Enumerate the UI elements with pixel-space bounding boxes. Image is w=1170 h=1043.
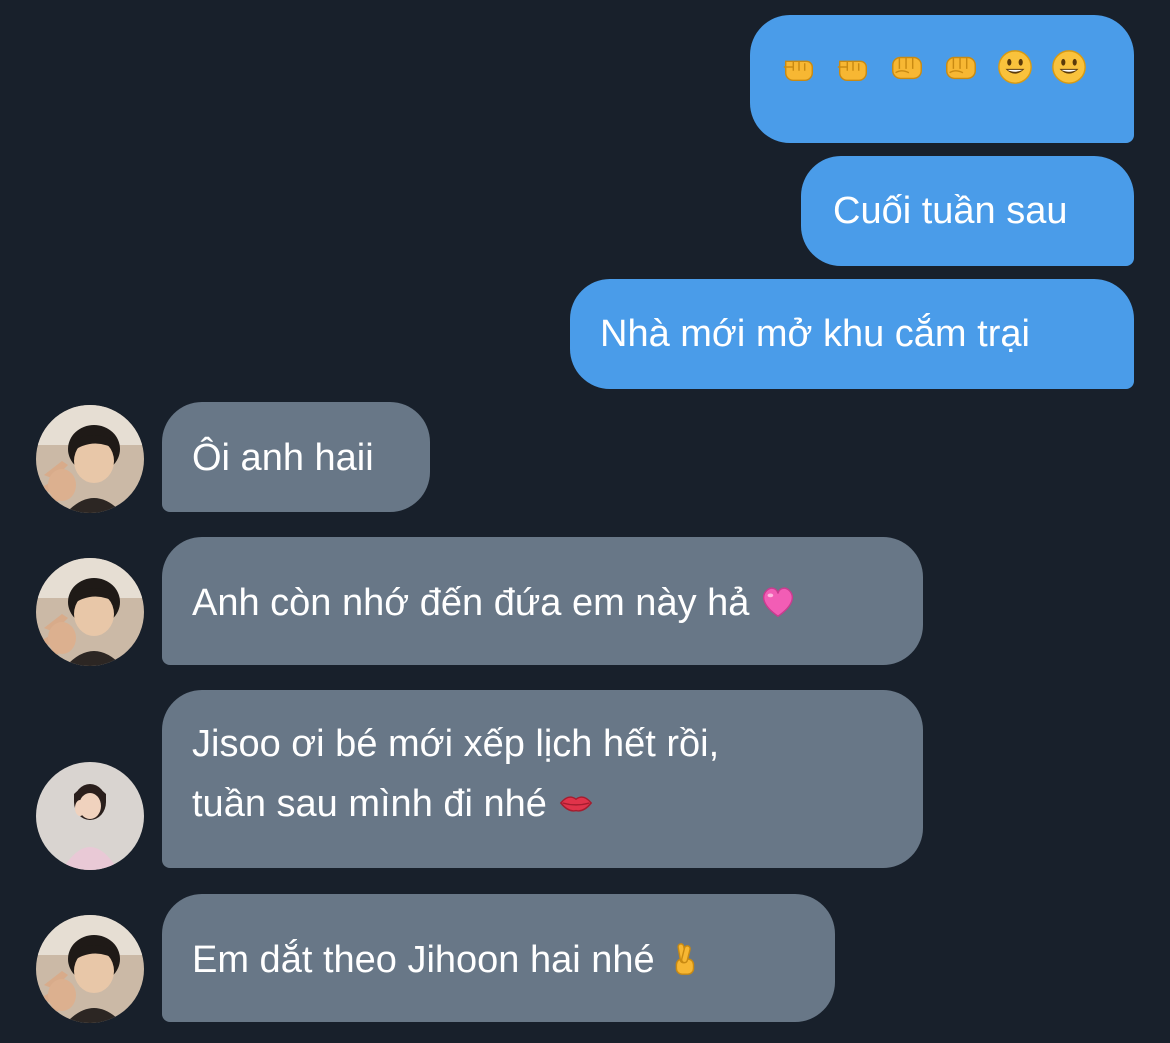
smiley-icon [996,48,1034,86]
chat-thread: Cuối tuần sau Nhà mới mở khu cắm trại Ôi… [0,0,1170,1043]
message-text: tuần sau mình đi nhé [192,783,547,825]
message-text: Cuối tuần sau [833,190,1068,232]
message-text: Em dắt theo Jihoon hai nhé [192,939,655,981]
incoming-message[interactable]: Anh còn nhớ đến đứa em này hả [162,537,923,665]
message-text: Nhà mới mở khu cắm trại [600,313,1030,355]
message-text-line-2: tuần sau mình đi nhé [192,774,893,834]
incoming-message[interactable]: Em dắt theo Jihoon hai nhé [162,894,835,1022]
fist-right-icon [834,48,872,86]
outgoing-message-emoji-row[interactable] [750,15,1134,143]
message-text-line-1: Jisoo ơi bé mới xếp lịch hết rồi, [192,723,720,765]
incoming-message[interactable]: Jisoo ơi bé mới xếp lịch hết rồi, tuần s… [162,690,923,868]
outgoing-message[interactable]: Nhà mới mở khu cắm trại [570,279,1134,389]
avatar[interactable] [36,915,144,1023]
fist-right-icon [780,48,818,86]
fist-oncoming-icon [942,48,980,86]
outgoing-message[interactable]: Cuối tuần sau [801,156,1134,266]
avatar[interactable] [36,762,144,870]
smiley-icon [1050,48,1088,86]
pink-heart-icon [759,583,797,621]
message-text: Anh còn nhớ đến đứa em này hả [192,582,750,624]
fist-oncoming-icon [888,48,926,86]
avatar[interactable] [36,405,144,513]
avatar[interactable] [36,558,144,666]
crossed-fingers-icon [665,940,703,978]
kiss-mark-icon [557,784,595,822]
emoji-row [780,48,1104,86]
incoming-message[interactable]: Ôi anh haii [162,402,430,512]
message-text: Ôi anh haii [192,437,374,479]
